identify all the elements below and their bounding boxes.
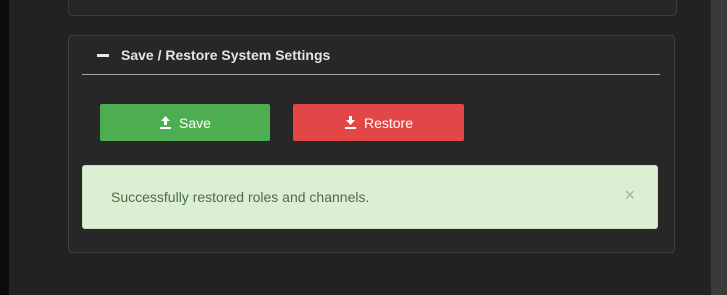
left-edge (0, 0, 9, 295)
panel-title: Save / Restore System Settings (121, 47, 331, 63)
panel-header[interactable]: Save / Restore System Settings (82, 36, 660, 75)
scrollbar[interactable] (711, 0, 727, 295)
save-restore-panel: Save / Restore System Settings Save Rest… (68, 35, 675, 253)
restore-button-label: Restore (363, 114, 414, 131)
close-icon[interactable]: × (624, 185, 635, 206)
previous-panel (68, 0, 677, 16)
minus-icon[interactable] (97, 53, 109, 57)
restore-button[interactable]: Restore (293, 104, 464, 141)
save-icon (160, 116, 172, 129)
save-button-label: Save (179, 114, 211, 131)
alert-message: Successfully restored roles and channels… (111, 189, 370, 205)
restore-icon (344, 116, 356, 129)
success-alert: Successfully restored roles and channels… (82, 165, 658, 229)
save-button[interactable]: Save (100, 104, 270, 141)
